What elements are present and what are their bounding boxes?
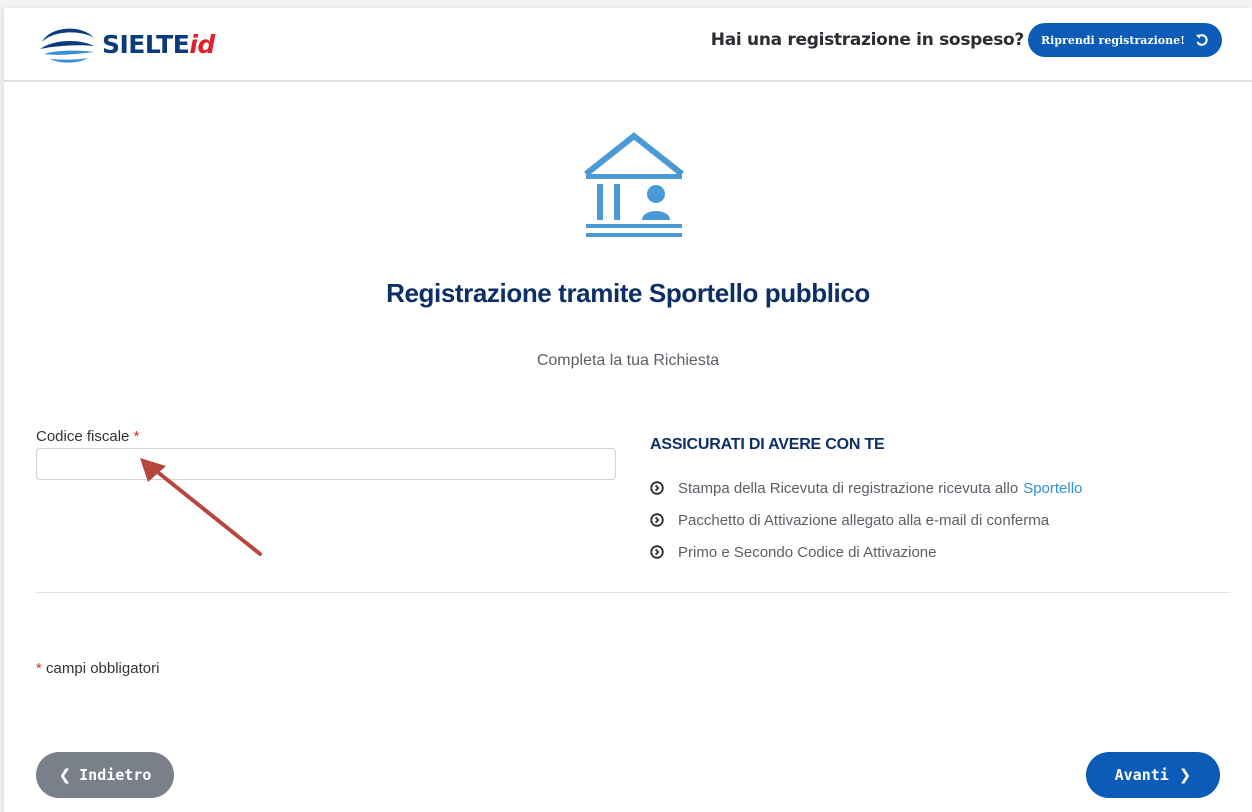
logo-text: SIELTEid xyxy=(102,30,215,59)
circle-chevron-right-icon xyxy=(650,481,664,495)
section-divider xyxy=(36,592,1230,593)
back-button[interactable]: ❮ Indietro xyxy=(36,752,174,798)
chevron-left-icon: ❮ xyxy=(58,766,72,784)
chevron-right-icon: ❯ xyxy=(1178,766,1192,784)
resume-registration-button[interactable]: Riprendi registrazione! xyxy=(1028,23,1222,57)
sportello-link[interactable]: Sportello xyxy=(1023,480,1082,497)
undo-icon xyxy=(1195,34,1208,46)
page-subtitle: Completa la tua Richiesta xyxy=(536,352,720,369)
sielte-id-logo[interactable]: SIELTEid xyxy=(38,22,215,66)
checklist-title: ASSICURATI DI AVERE CON TE xyxy=(650,436,885,453)
pending-registration-question: Hai una registrazione in sospeso? xyxy=(710,30,1025,50)
annotation-arrow-icon xyxy=(140,458,262,556)
checklist-item-text: Stampa della Ricevuta di registrazione r… xyxy=(678,479,1019,497)
checklist-item-text: Primo e Secondo Codice di Attivazione xyxy=(678,543,937,561)
checklist-item: Pacchetto di Attivazione allegato alla e… xyxy=(650,504,1082,536)
next-button-label: Avanti xyxy=(1114,766,1169,784)
next-button[interactable]: Avanti ❯ xyxy=(1086,752,1220,798)
mandatory-fields-text: campi obbligatori xyxy=(46,660,160,677)
required-asterisk: * xyxy=(36,660,42,677)
codice-fiscale-label-text: Codice fiscale xyxy=(36,428,130,445)
logo-main: SIELTE xyxy=(102,29,190,59)
required-asterisk: * xyxy=(133,428,140,445)
logo-suffix: id xyxy=(189,29,215,59)
header: SIELTEid Hai una registrazione in sospes… xyxy=(4,8,1252,82)
back-button-label: Indietro xyxy=(79,766,152,784)
checklist-item: Stampa della Ricevuta di registrazione r… xyxy=(650,472,1082,504)
mandatory-fields-note: * campi obbligatori xyxy=(36,660,159,677)
checklist-item-text: Pacchetto di Attivazione allegato alla e… xyxy=(678,511,1050,529)
circle-chevron-right-icon xyxy=(650,545,664,559)
checklist-item: Primo e Secondo Codice di Attivazione xyxy=(650,536,1082,568)
circle-chevron-right-icon xyxy=(650,513,664,527)
page-title: Registrazione tramite Sportello pubblico xyxy=(386,278,870,308)
codice-fiscale-input[interactable] xyxy=(36,448,616,480)
public-office-building-icon xyxy=(584,132,684,237)
codice-fiscale-label: Codice fiscale * xyxy=(36,428,139,445)
checklist: Stampa della Ricevuta di registrazione r… xyxy=(650,472,1082,568)
resume-registration-label: Riprendi registrazione! xyxy=(1041,33,1185,47)
waves-logo-icon xyxy=(40,28,94,63)
page-card: SIELTEid Hai una registrazione in sospes… xyxy=(4,8,1252,812)
